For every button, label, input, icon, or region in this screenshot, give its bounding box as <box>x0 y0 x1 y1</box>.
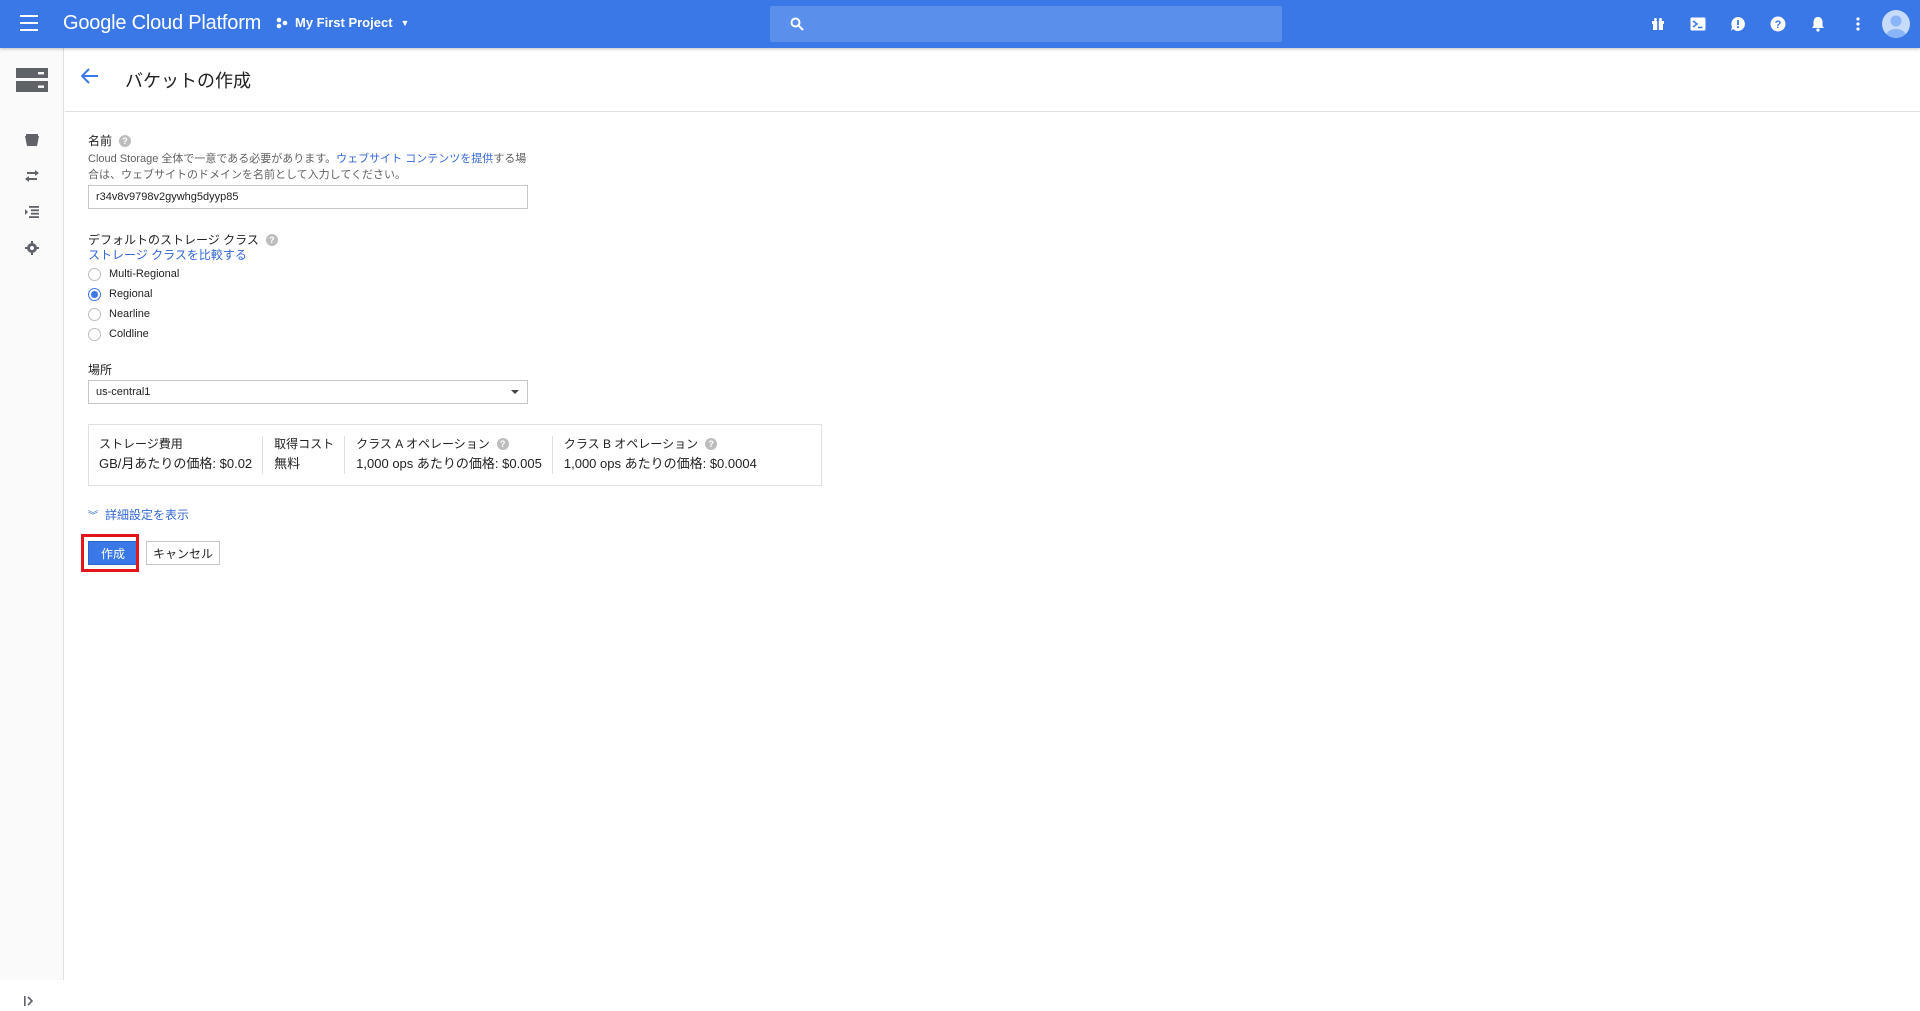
transfer-icon[interactable] <box>22 166 42 186</box>
chevron-down-icon: ︾ <box>88 511 98 522</box>
radio-button[interactable] <box>88 307 101 321</box>
feedback-icon[interactable] <box>1718 0 1758 48</box>
settings-icon[interactable] <box>22 238 42 258</box>
location-value: us-central1 <box>96 386 151 398</box>
project-name: My First Project <box>295 15 393 30</box>
retrieval-cost-value: 無料 <box>274 456 301 471</box>
radio-regional[interactable]: Regional <box>88 284 848 304</box>
storage-class-radio-group: Multi-Regional Regional Nearline Coldlin… <box>88 264 848 344</box>
cloud-shell-icon[interactable] <box>1678 0 1718 48</box>
create-bucket-form: 名前 ? Cloud Storage 全体で一意である必要があります。ウェブサイ… <box>81 132 848 572</box>
transfer-appliance-icon[interactable] <box>22 202 42 222</box>
class-a-col: クラス A オペレーション ? 1,000 ops あたりの価格: $0.005 <box>356 436 553 474</box>
storage-class-label-row: デフォルトのストレージ クラス ? <box>88 231 848 248</box>
bucket-name-input[interactable] <box>88 185 528 209</box>
pricing-summary: ストレージ費用 GB/月あたりの価格: $0.02 取得コスト 無料 クラス A… <box>88 424 822 486</box>
class-b-label-row: クラス B オペレーション ? <box>564 436 757 452</box>
radio-label: Nearline <box>109 308 150 320</box>
radio-label: Coldline <box>109 328 149 340</box>
top-actions: ? <box>1638 0 1910 48</box>
chevron-down-icon: ▼ <box>400 17 410 28</box>
page-header: バケットの作成 <box>65 48 1920 112</box>
location-label: 場所 <box>88 363 113 377</box>
radio-label: Multi-Regional <box>109 268 180 280</box>
retrieval-cost-col: 取得コスト 無料 <box>274 436 346 474</box>
more-vert-icon[interactable] <box>1838 0 1878 48</box>
radio-coldline[interactable]: Coldline <box>88 324 848 344</box>
browser-bucket-icon[interactable] <box>22 130 42 150</box>
back-arrow-icon[interactable] <box>80 68 99 89</box>
radio-label: Regional <box>109 288 153 300</box>
class-b-help-icon[interactable]: ? <box>705 438 718 450</box>
help-icon[interactable]: ? <box>1758 0 1798 48</box>
gift-icon[interactable] <box>1638 0 1678 48</box>
radio-button[interactable] <box>88 267 101 281</box>
project-icon <box>276 17 288 28</box>
class-b-label: クラス B オペレーション <box>563 437 699 451</box>
name-help-icon[interactable]: ? <box>119 134 132 147</box>
storage-class-help-icon[interactable]: ? <box>265 233 278 246</box>
storage-cost-col: ストレージ費用 GB/月あたりの価格: $0.02 <box>99 436 264 474</box>
storage-product-icon <box>16 68 48 92</box>
name-hint: Cloud Storage 全体で一意である必要があります。ウェブサイト コンテ… <box>88 151 533 183</box>
storage-cost-label: ストレージ費用 <box>99 437 183 451</box>
avatar[interactable] <box>1882 10 1910 38</box>
retrieval-cost-label: 取得コスト <box>274 437 335 451</box>
highlight-box <box>81 534 139 572</box>
expand-rail-icon[interactable] <box>24 993 36 1011</box>
page-title: バケットの作成 <box>125 71 251 91</box>
search-bar[interactable] <box>770 6 1282 42</box>
name-label: 名前 <box>88 134 113 148</box>
class-a-label-row: クラス A オペレーション ? <box>356 436 542 452</box>
storage-class-label: デフォルトのストレージ クラス <box>88 233 259 247</box>
name-hint-prefix: Cloud Storage 全体で一意である必要があります。 <box>88 153 337 165</box>
compare-storage-classes-link[interactable]: ストレージ クラスを比較する <box>88 248 848 263</box>
svg-text:?: ? <box>1775 19 1782 31</box>
menu-icon[interactable] <box>20 15 44 33</box>
class-a-help-icon[interactable]: ? <box>496 438 509 450</box>
form-actions: 作成 キャンセル <box>81 534 848 572</box>
search-icon <box>790 17 804 31</box>
search-input[interactable] <box>816 16 1256 32</box>
storage-cost-value: GB/月あたりの価格: $0.02 <box>99 456 253 471</box>
top-app-bar: Google Cloud Platform My First Project ▼… <box>0 0 1920 48</box>
radio-multi-regional[interactable]: Multi-Regional <box>88 264 848 284</box>
left-nav-rail <box>0 48 64 1006</box>
brand-title[interactable]: Google Cloud Platform <box>63 12 261 35</box>
radio-button-checked[interactable] <box>88 287 101 301</box>
notifications-icon[interactable] <box>1798 0 1838 48</box>
name-label-row: 名前 ? <box>88 132 848 149</box>
advanced-label: 詳細設定を表示 <box>105 508 190 522</box>
dropdown-caret-icon <box>511 390 519 394</box>
website-content-link[interactable]: ウェブサイト コンテンツを提供 <box>336 153 493 165</box>
radio-button[interactable] <box>88 327 101 341</box>
location-select[interactable]: us-central1 <box>88 380 528 404</box>
radio-nearline[interactable]: Nearline <box>88 304 848 324</box>
cancel-button[interactable]: キャンセル <box>146 541 221 565</box>
class-b-value: 1,000 ops あたりの価格: $0.0004 <box>563 456 757 471</box>
class-a-value: 1,000 ops あたりの価格: $0.005 <box>356 456 542 471</box>
show-advanced-settings-link[interactable]: ︾ 詳細設定を表示 <box>88 506 848 523</box>
class-a-label: クラス A オペレーション <box>356 437 490 451</box>
project-selector[interactable]: My First Project ▼ <box>276 15 409 30</box>
class-b-col: クラス B オペレーション ? 1,000 ops あたりの価格: $0.000… <box>564 436 767 474</box>
